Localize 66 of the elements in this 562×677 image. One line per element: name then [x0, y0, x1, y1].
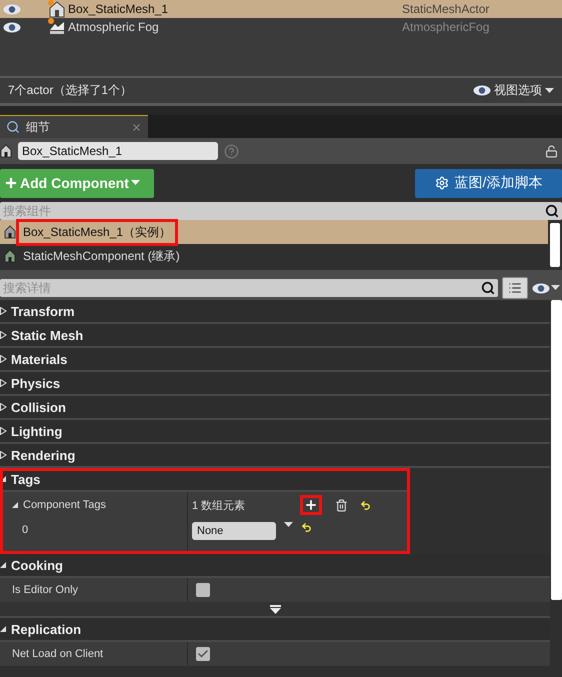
details-tab[interactable]: 细节 — [0, 115, 148, 138]
collapse-arrow-icon[interactable] — [0, 475, 7, 483]
close-icon[interactable] — [131, 122, 142, 132]
outliner-row[interactable]: Box_StaticMesh_1 StaticMeshActor — [0, 0, 562, 18]
eye-icon — [532, 282, 550, 294]
details-search-field[interactable]: 搜索详情 — [0, 279, 498, 297]
eye-icon — [473, 85, 491, 96]
advanced-toggle[interactable] — [0, 602, 550, 618]
visibility-icon[interactable] — [3, 22, 21, 32]
blueprint-button[interactable]: 蓝图/添加脚本 — [415, 168, 562, 198]
actor-count: 7个actor（选择了1个） — [8, 82, 132, 99]
search-icon — [545, 204, 559, 218]
visibility-button[interactable] — [532, 282, 560, 294]
reset-icon[interactable] — [360, 500, 371, 510]
scrollbar[interactable] — [550, 223, 560, 267]
actor-name-field[interactable]: Box_StaticMesh_1 — [18, 142, 218, 160]
checkbox[interactable] — [196, 647, 210, 661]
property-label: Component Tags — [23, 499, 106, 511]
expand-arrow-icon[interactable] — [0, 307, 7, 315]
dropdown-caret-icon — [284, 522, 293, 528]
house-icon — [0, 144, 12, 158]
double-caret-icon — [270, 604, 280, 614]
expand-arrow-icon[interactable] — [0, 403, 7, 411]
outliner-row[interactable]: Atmospheric Fog AtmosphericFog — [0, 18, 562, 36]
property-label: Is Editor Only — [12, 584, 78, 596]
caret-icon — [130, 180, 140, 186]
expand-arrow-icon[interactable] — [0, 427, 7, 435]
collapse-arrow-icon[interactable] — [0, 625, 7, 633]
search-icon — [481, 281, 495, 295]
array-count: 1 数组元素 — [192, 498, 246, 512]
expand-arrow-icon[interactable] — [0, 451, 7, 459]
actor-type: AtmosphericFog — [402, 20, 490, 34]
collapse-arrow-icon[interactable] — [0, 561, 7, 569]
list-icon — [508, 281, 522, 295]
actor-type: StaticMeshActor — [402, 2, 490, 16]
actor-name: Box_StaticMesh_1 — [68, 2, 170, 16]
plus-icon — [4, 176, 18, 190]
add-element-button[interactable] — [300, 495, 322, 515]
name-field[interactable]: None — [192, 522, 276, 540]
gear-icon — [434, 176, 449, 190]
expand-arrow-icon[interactable] — [0, 355, 7, 363]
lock-icon[interactable] — [545, 144, 558, 158]
component-row[interactable]: Box_StaticMesh_1（实例） — [0, 220, 548, 244]
scrollbar[interactable] — [551, 300, 562, 600]
checkbox[interactable] — [196, 583, 210, 597]
actor-name: Atmospheric Fog — [68, 20, 160, 34]
reset-icon[interactable] — [301, 522, 312, 533]
property-label: Net Load on Client — [12, 648, 104, 660]
house-icon — [4, 225, 16, 239]
collapse-arrow-icon[interactable] — [12, 501, 19, 509]
property-label: 0 — [22, 524, 28, 536]
caret-icon — [545, 88, 554, 94]
view-options-button[interactable]: 视图选项 — [473, 82, 554, 99]
visibility-icon[interactable] — [3, 4, 21, 14]
component-search-field[interactable]: 搜索组件 — [0, 202, 562, 220]
trash-icon — [334, 498, 348, 512]
tab-title: 细节 — [26, 118, 51, 136]
search-icon — [6, 120, 20, 134]
list-view-button[interactable] — [502, 277, 528, 299]
component-row[interactable]: StaticMeshComponent (继承) — [0, 244, 548, 268]
house-icon — [4, 249, 16, 263]
expand-arrow-icon[interactable] — [0, 379, 7, 387]
cloud-icon — [48, 18, 66, 36]
plus-icon — [304, 498, 318, 512]
expand-arrow-icon[interactable] — [0, 331, 7, 339]
caret-icon — [551, 285, 560, 291]
